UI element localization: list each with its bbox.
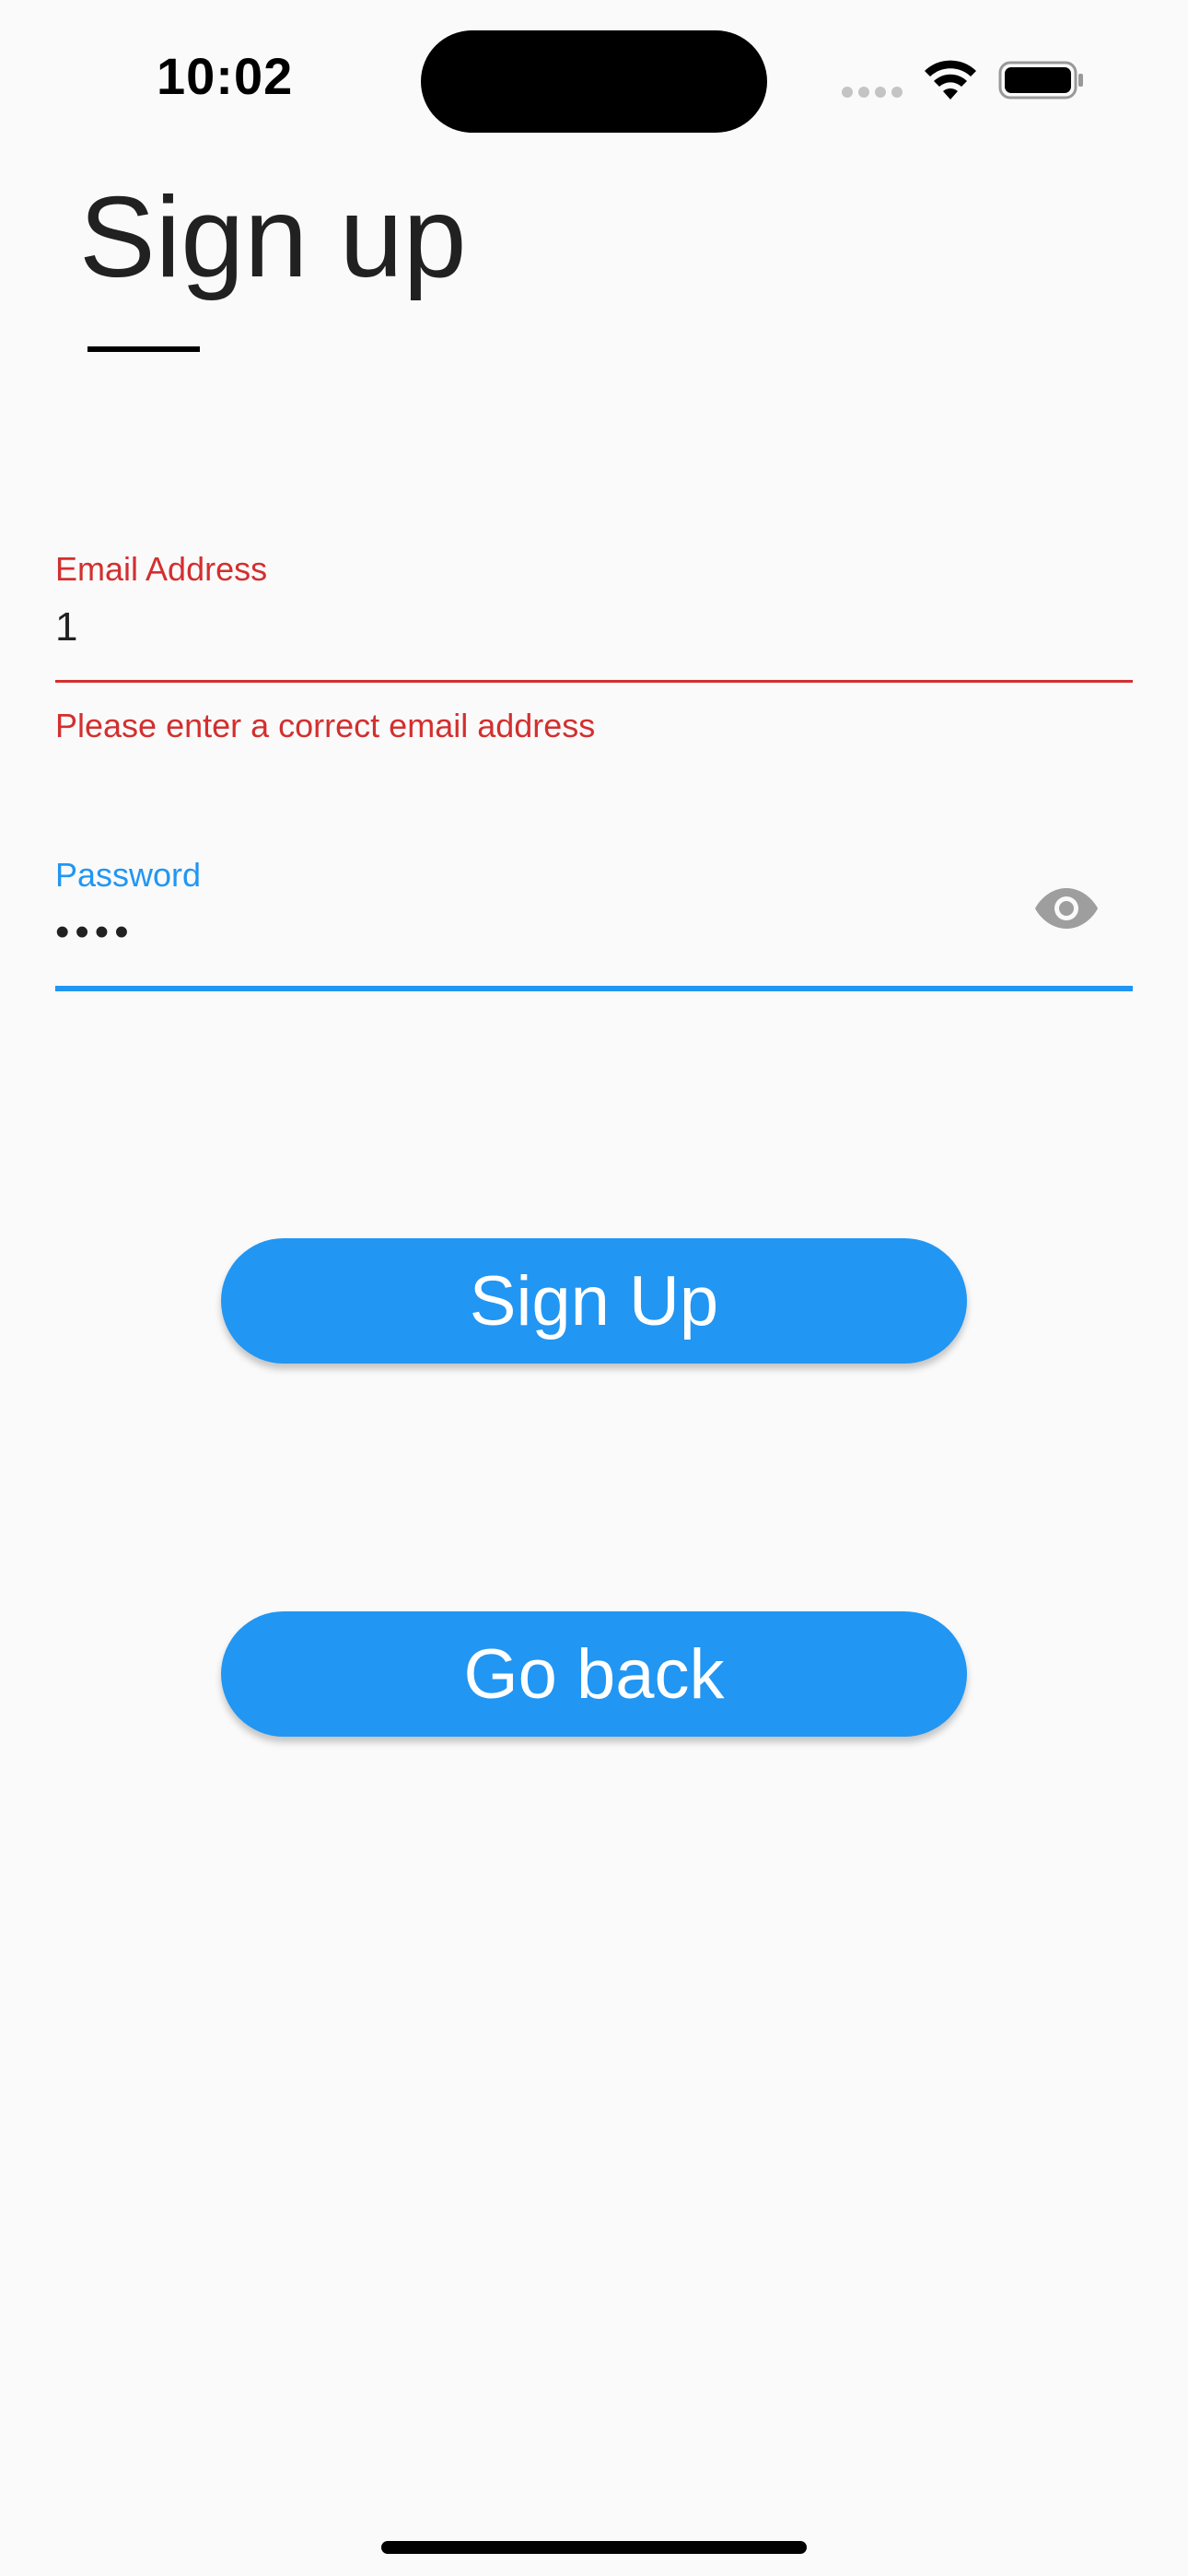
wifi-icon xyxy=(925,60,976,100)
email-error-message: Please enter a correct email address xyxy=(55,707,596,744)
email-field-label: Email Address xyxy=(55,550,268,588)
sign-up-button[interactable]: Sign Up xyxy=(221,1238,967,1364)
sign-up-screen: 10:02 Sign up Email Address Please enter… xyxy=(0,0,1188,2576)
email-field-underline xyxy=(55,680,1133,683)
page-title: Sign up xyxy=(79,174,467,301)
password-field[interactable]: •••• xyxy=(55,912,976,953)
eye-icon[interactable] xyxy=(1033,884,1100,932)
dynamic-island xyxy=(421,30,767,133)
password-field-underline xyxy=(55,986,1133,991)
go-back-button[interactable]: Go back xyxy=(221,1611,967,1737)
cellular-signal-icon xyxy=(842,87,906,98)
battery-icon xyxy=(998,61,1083,100)
email-field[interactable] xyxy=(55,604,1105,650)
home-indicator[interactable] xyxy=(381,2541,807,2554)
title-underline xyxy=(87,346,200,352)
password-field-label: Password xyxy=(55,856,202,894)
status-time: 10:02 xyxy=(157,47,294,105)
